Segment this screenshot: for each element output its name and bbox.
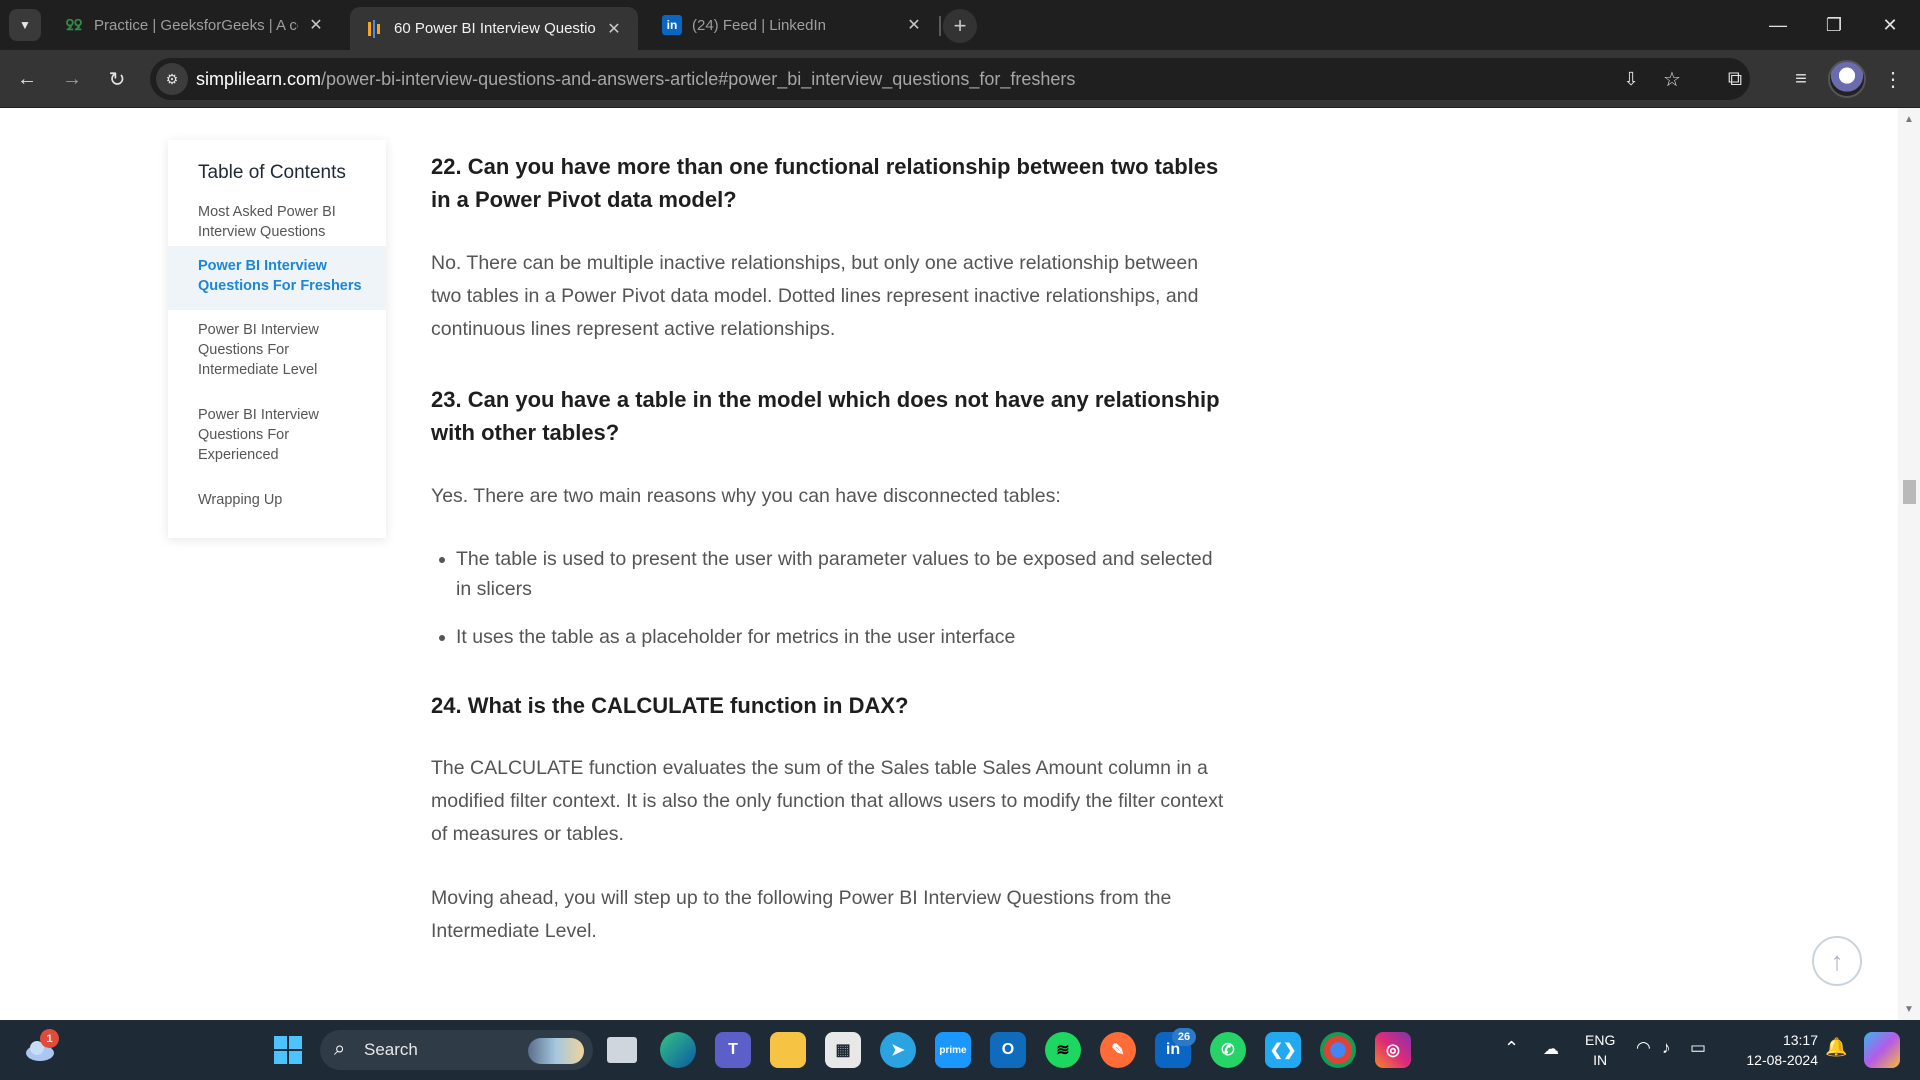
prime-video-icon[interactable]: prime [935,1032,971,1068]
tab-separator [939,16,941,36]
tab-geeksforgeeks[interactable]: ꝿꝿ Practice | GeeksforGeeks | A cor ✕ [50,7,340,43]
new-tab-plus-icon[interactable]: + [943,9,977,43]
battery-icon[interactable]: ▭ [1690,1038,1706,1058]
install-app-icon[interactable]: ⇩ [1614,62,1648,96]
web-page: Table of Contents Most Asked Power BI In… [0,108,1920,1020]
list-item: It uses the table as a placeholder for m… [431,622,1231,652]
chrome-icon[interactable] [1320,1032,1356,1068]
clock-date: 12-08-2024 [1746,1052,1818,1068]
task-view-icon[interactable] [607,1037,637,1063]
onedrive-cloud-icon[interactable]: ☁ [1543,1039,1559,1059]
browser-tab-bar: ▼ ꝿꝿ Practice | GeeksforGeeks | A cor ✕ … [0,0,1920,50]
linkedin-icon: in [662,15,682,35]
restore-icon[interactable]: ❐ [1806,0,1862,50]
browser-menu-kebab-icon[interactable]: ⋮ [1876,62,1910,96]
tab-close-icon[interactable]: ✕ [904,15,924,35]
minimize-icon[interactable]: — [1750,0,1806,50]
bullet-icon [439,557,445,563]
url-host: simplilearn.com [196,69,322,89]
edge-copilot-icon[interactable] [660,1032,696,1068]
closing-paragraph: Moving ahead, you will step up to the fo… [431,887,1172,942]
question-23-heading: 23. Can you have a table in the model wh… [431,387,1220,445]
simplilearn-icon [364,19,384,39]
answer-23-paragraph: Yes. There are two main reasons why you … [431,485,1061,507]
back-arrow-icon[interactable]: ← [10,62,44,96]
tray-overflow-chevron-icon[interactable]: ⌃ [1504,1038,1519,1059]
scrollbar-thumb[interactable] [1903,480,1916,504]
bookmark-star-icon[interactable]: ☆ [1655,62,1689,96]
wifi-icon[interactable]: ◠ [1636,1038,1651,1058]
whatsapp-icon[interactable]: ✆ [1210,1032,1246,1068]
scroll-up-icon[interactable]: ▲ [1898,110,1920,128]
search-placeholder: Search [364,1040,418,1059]
list-item-text: It uses the table as a placeholder for m… [456,626,1016,648]
search-icon: ⌕ [334,1038,346,1060]
windows-taskbar: 1 ⌕ Search T ▦ ➤ prime O ≋ ✎ in 26 ✆ ❮❯ … [0,1020,1920,1080]
tab-close-icon[interactable]: ✕ [306,15,326,35]
tab-linkedin[interactable]: in (24) Feed | LinkedIn ✕ [648,7,938,43]
clock-time: 13:17 [1782,1032,1818,1048]
profile-avatar[interactable] [1828,60,1866,98]
reload-icon[interactable]: ↻ [100,62,134,96]
file-explorer-icon[interactable] [770,1032,806,1068]
toc-title: Table of Contents [198,162,346,183]
address-bar[interactable]: ⚙ simplilearn.com/power-bi-interview-que… [150,58,1750,100]
vscode-icon[interactable]: ❮❯ [1265,1032,1301,1068]
language-code: ENG [1585,1032,1616,1048]
url-text[interactable]: simplilearn.com/power-bi-interview-quest… [196,69,1075,90]
toc-item-wrapping-up[interactable]: Wrapping Up [168,490,386,510]
question-22-heading: 22. Can you have more than one functiona… [431,154,1219,212]
notification-badge: 26 [1172,1028,1196,1046]
clock[interactable]: 13:17 12-08-2024 [1738,1030,1818,1070]
spotify-icon[interactable]: ≋ [1045,1032,1081,1068]
browser-toolbar: ← → ↻ ⚙ simplilearn.com/power-bi-intervi… [0,50,1920,108]
bullet-icon [439,635,445,641]
copilot-icon[interactable] [1864,1032,1900,1068]
answer-24-paragraph: The CALCULATE function evaluates the sum… [431,757,1224,845]
close-window-icon[interactable]: ✕ [1862,0,1918,50]
taskbar-search[interactable]: ⌕ Search [320,1030,593,1070]
toc-item-freshers[interactable]: Power BI Interview Questions For Fresher… [168,246,386,310]
scroll-down-icon[interactable]: ▼ [1898,1000,1920,1018]
windows-start-icon[interactable] [270,1032,306,1068]
forward-arrow-icon[interactable]: → [55,62,89,96]
question-24-heading: 24. What is the CALCULATE function in DA… [431,693,909,718]
media-controls-icon[interactable]: ≡ [1784,62,1818,96]
toc-item-experienced[interactable]: Power BI Interview Questions For Experie… [168,405,386,465]
geeksforgeeks-icon: ꝿꝿ [65,16,83,33]
answer-22-paragraph: No. There can be multiple inactive relat… [431,252,1199,340]
tab-simplilearn[interactable]: 60 Power BI Interview Question ✕ [350,7,638,50]
page-scrollbar[interactable]: ▲ ▼ [1898,108,1920,1020]
list-item: The table is used to present the user wi… [431,544,1231,604]
search-highlight-image [528,1038,584,1064]
list-item-text: The table is used to present the user wi… [456,548,1213,600]
telegram-icon[interactable]: ➤ [880,1032,916,1068]
teams-icon[interactable]: T [715,1032,751,1068]
extensions-puzzle-icon[interactable]: ⧉ [1718,62,1752,96]
instagram-icon[interactable]: ◎ [1375,1032,1411,1068]
tab-search-chevron-icon[interactable]: ▼ [9,9,41,41]
language-indicator[interactable]: ENG IN [1585,1030,1615,1070]
tab-title: Practice | GeeksforGeeks | A cor [94,16,298,34]
toc-item-most-asked[interactable]: Most Asked Power BI Interview Questions [168,202,386,242]
site-info-tune-icon[interactable]: ⚙ [156,63,188,95]
back-to-top-arrow-icon[interactable]: ↑ [1812,936,1862,986]
notification-badge: 1 [40,1029,59,1048]
notification-bell-icon[interactable]: 🔔 [1825,1037,1847,1058]
table-of-contents: Table of Contents Most Asked Power BI In… [168,140,386,538]
outlook-icon[interactable]: O [990,1032,1026,1068]
tab-title: (24) Feed | LinkedIn [692,16,826,34]
tab-title: 60 Power BI Interview Question [394,20,596,37]
region-code: IN [1593,1052,1608,1068]
toc-item-intermediate[interactable]: Power BI Interview Questions For Interme… [168,320,386,380]
tab-close-icon[interactable]: ✕ [604,19,624,39]
url-path: /power-bi-interview-questions-and-answer… [321,69,1076,89]
postman-icon[interactable]: ✎ [1100,1032,1136,1068]
microsoft-store-icon[interactable]: ▦ [825,1032,861,1068]
volume-icon[interactable]: ♪ [1662,1038,1671,1058]
